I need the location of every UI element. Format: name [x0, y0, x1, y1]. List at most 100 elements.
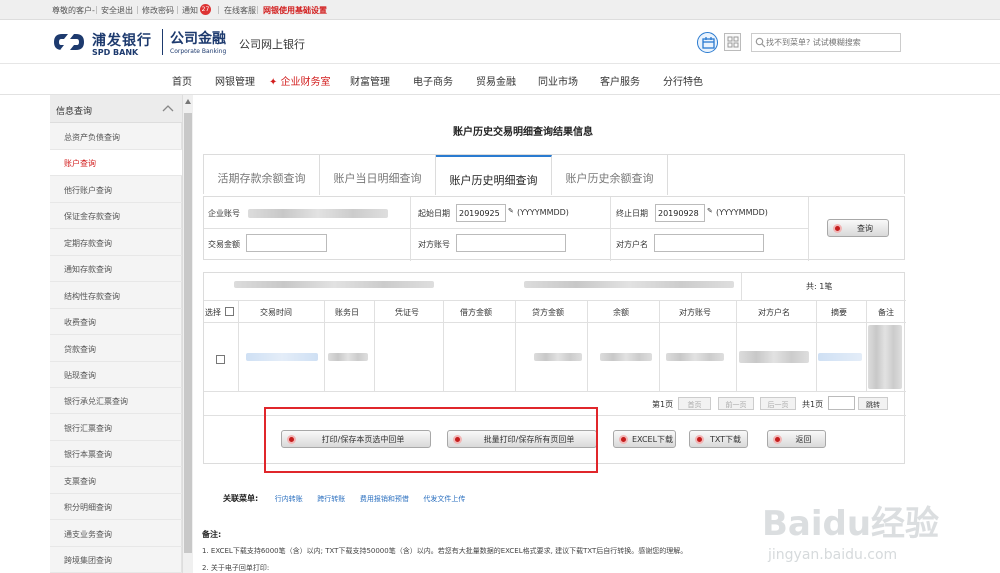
page-jump-input[interactable]: [828, 396, 855, 410]
counter-name-input[interactable]: [654, 234, 764, 252]
sidebar-item-structured-deposit[interactable]: 结构性存款查询: [50, 283, 182, 309]
sidebar-item-universal[interactable]: 通支业务查询: [50, 521, 182, 547]
sidebar-title: 信息查询: [56, 107, 93, 117]
tab-today-details[interactable]: 账户当日明细查询: [320, 155, 436, 195]
record-dot-icon: [773, 435, 782, 444]
scrollbar-thumb[interactable]: [184, 113, 192, 553]
divider: [204, 322, 906, 323]
query-tabs: 活期存款余额查询 账户当日明细查询 账户历史明细查询 账户历史余额查询: [203, 154, 905, 195]
online-service-link[interactable]: 在线客服: [224, 5, 256, 16]
page-title: 账户历史交易明细查询结果信息: [453, 127, 593, 138]
sidebar-item-discount[interactable]: 贴现查询: [50, 362, 182, 388]
pencil-icon[interactable]: ✎: [508, 207, 514, 215]
related-menu-label: 关联菜单:: [223, 494, 259, 503]
next-page-button[interactable]: 后一页: [760, 397, 796, 410]
sidebar-item-label: 总资产负债查询: [64, 133, 120, 142]
tab-history-balance[interactable]: 账户历史余额查询: [552, 155, 668, 195]
row-checkbox[interactable]: [216, 355, 225, 364]
sidebar-item-fees[interactable]: 收费查询: [50, 309, 182, 335]
column-header-time: 交易时间: [260, 308, 292, 317]
related-link-expense[interactable]: 费用报销和预借: [360, 495, 409, 503]
corporate-title-en: Corporate Banking: [170, 48, 227, 55]
note-line: 1. EXCEL下载支持6000笔（含）以内; TXT下载支持50000笔（含）…: [202, 547, 688, 555]
sidebar-item-margin-deposit[interactable]: 保证金存款查询: [50, 203, 182, 229]
prev-page-button[interactable]: 前一页: [718, 397, 754, 410]
nav-finance-office[interactable]: ✦ 企业财务室: [269, 73, 331, 88]
nav-branch-features[interactable]: 分行特色: [663, 73, 703, 88]
sidebar-item-crossborder[interactable]: 跨境集团查询: [50, 547, 182, 573]
txt-download-button[interactable]: TXT下载: [689, 430, 748, 448]
divider: [238, 300, 239, 391]
column-header-posting-date: 账务日: [335, 308, 359, 317]
menu-grid-icon[interactable]: [724, 33, 741, 51]
calendar-icon[interactable]: [697, 32, 718, 53]
sidebar-item-bank-draft[interactable]: 银行汇票查询: [50, 415, 182, 441]
sidebar-item-acceptance-bill[interactable]: 银行承兑汇票查询: [50, 388, 182, 414]
start-date-format: (YYYYMMDD): [517, 208, 569, 217]
sidebar-item-cheque[interactable]: 支票查询: [50, 468, 182, 494]
nav-home[interactable]: 首页: [172, 73, 192, 88]
chevron-up-icon[interactable]: [162, 104, 174, 112]
sidebar-scrollbar[interactable]: [182, 95, 193, 573]
nav-ebank-management[interactable]: 网银管理: [215, 73, 255, 88]
tab-history-details[interactable]: 账户历史明细查询: [436, 155, 552, 195]
main-nav: 首页 网银管理 ✦ 企业财务室 财富管理 电子商务 贸易金融 同业市场 客户服务…: [0, 64, 1000, 95]
related-link-payroll-upload[interactable]: 代发文件上传: [423, 495, 465, 503]
spd-logo-icon: [54, 34, 84, 50]
menu-search-box[interactable]: [751, 33, 901, 52]
sidebar-item-total-assets[interactable]: 总资产负债查询: [50, 124, 182, 150]
sidebar-item-label: 通知存款查询: [64, 265, 112, 274]
greeting-text: 尊敬的客户-: [52, 6, 95, 15]
settings-link[interactable]: 网银使用基础设置: [263, 5, 327, 16]
sidebar-item-account-query[interactable]: 账户查询: [50, 150, 182, 176]
column-header-remarks: 备注: [878, 308, 894, 317]
divider: [610, 197, 611, 261]
counter-account-label: 对方账号: [418, 240, 450, 249]
nav-ecommerce[interactable]: 电子商务: [413, 73, 453, 88]
nav-interbank[interactable]: 同业市场: [538, 73, 578, 88]
end-date-input[interactable]: [655, 204, 705, 222]
sidebar-item-label: 支票查询: [64, 477, 96, 486]
query-button[interactable]: 查询: [827, 219, 889, 237]
sidebar-item-notice-deposit[interactable]: 通知存款查询: [50, 256, 182, 282]
masked-cell: [246, 353, 318, 361]
sidebar-item-other-bank[interactable]: 他行账户查询: [50, 177, 182, 203]
amount-input[interactable]: [246, 234, 327, 252]
jump-button[interactable]: 跳转: [858, 397, 888, 410]
sidebar-item-time-deposit[interactable]: 定期存款查询: [50, 230, 182, 256]
sidebar-header[interactable]: 信息查询: [50, 95, 182, 123]
sidebar-item-cashier-check[interactable]: 银行本票查询: [50, 441, 182, 467]
start-date-label: 起始日期: [418, 209, 450, 218]
select-all-checkbox[interactable]: [225, 307, 234, 316]
divider: [741, 273, 742, 300]
pencil-icon[interactable]: ✎: [707, 207, 713, 215]
counter-name-label: 对方户名: [616, 240, 648, 249]
nav-wealth[interactable]: 财富管理: [350, 73, 390, 88]
search-icon: [755, 37, 766, 48]
tab-current-balance[interactable]: 活期存款余额查询: [204, 155, 320, 195]
sidebar-item-points[interactable]: 积分明细查询: [50, 494, 182, 520]
change-password-link[interactable]: 修改密码: [142, 5, 174, 16]
svg-text:jingyan.baidu.com: jingyan.baidu.com: [767, 547, 897, 563]
column-header-select: 选择: [205, 308, 221, 317]
sidebar-item-label: 账户查询: [64, 159, 96, 168]
notices-link[interactable]: 通知: [182, 5, 198, 16]
counter-account-input[interactable]: [456, 234, 566, 252]
first-page-button[interactable]: 首页: [678, 397, 711, 410]
excel-download-button[interactable]: EXCEL下载: [613, 430, 676, 448]
search-input[interactable]: [766, 34, 898, 51]
nav-customer-service[interactable]: 客户服务: [600, 73, 640, 88]
sidebar-item-loans[interactable]: 贷款查询: [50, 336, 182, 362]
related-link-internal-transfer[interactable]: 行内转账: [275, 495, 303, 503]
button-label: 前一页: [725, 401, 747, 409]
divider: [324, 300, 325, 391]
scroll-up-arrow-icon[interactable]: [184, 96, 192, 108]
nav-trade-finance[interactable]: 贸易金融: [476, 73, 516, 88]
start-date-input[interactable]: [456, 204, 506, 222]
query-form: 企业账号 起始日期 ✎ (YYYYMMDD) 终止日期 ✎ (YYYYMMDD)…: [203, 196, 905, 261]
logout-link[interactable]: 安全退出: [101, 5, 133, 16]
back-button[interactable]: 返回: [767, 430, 826, 448]
tab-label: 账户当日明细查询: [333, 172, 422, 185]
related-link-interbank-transfer[interactable]: 跨行转账: [317, 495, 345, 503]
baidu-jingyan-watermark: Baidu经验 jingyan.baidu.com: [762, 504, 939, 563]
